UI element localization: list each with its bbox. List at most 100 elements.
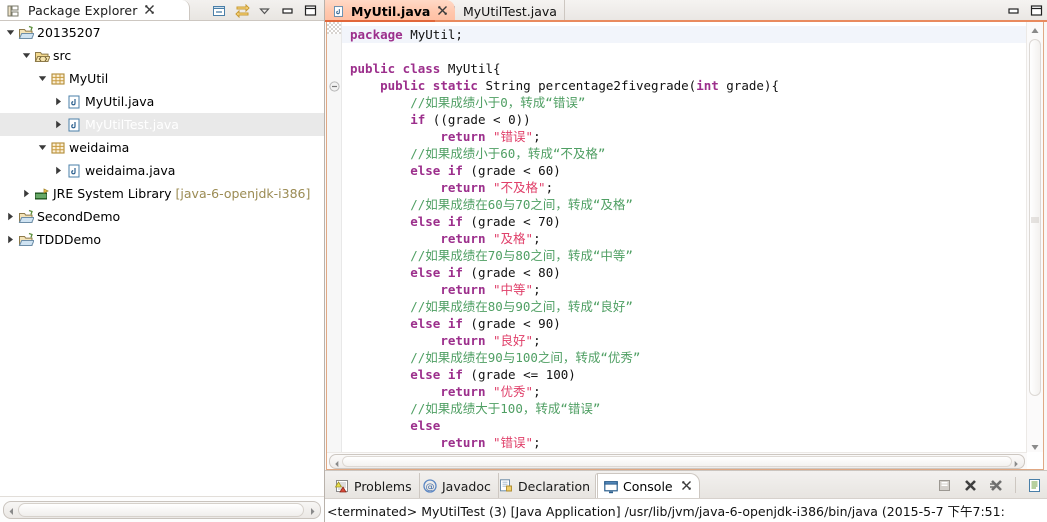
minimize-icon[interactable] <box>281 4 295 18</box>
console-tab-label: Console <box>623 479 673 494</box>
view-menu-icon[interactable] <box>258 4 272 18</box>
collapse-all-icon[interactable] <box>212 4 226 18</box>
code-token: (grade <= 100) <box>462 367 576 382</box>
tree-item-myutiltest-java[interactable]: MyUtilTest.java <box>0 113 324 136</box>
explorer-horizontal-scrollbar[interactable] <box>0 496 324 522</box>
console-view-area: Console Declaration @ Javadoc Problems <… <box>325 470 1047 522</box>
scroll-right-icon[interactable] <box>1012 457 1021 468</box>
code-token: "错误" <box>493 435 534 450</box>
tree-item-label: TDDDemo <box>37 232 102 247</box>
scrollbar-track[interactable] <box>329 454 1025 469</box>
code-token: if <box>410 112 426 127</box>
maximize-icon[interactable] <box>304 4 318 18</box>
editor-window-buttons <box>1007 0 1044 22</box>
code-token: String percentage2fivegrade( <box>477 78 697 93</box>
package-explorer-view: Package Explorer 20135207 src MyUtil MyU… <box>0 0 325 522</box>
twisty-collapsed-icon[interactable] <box>20 182 33 205</box>
tree-item-label: SecondDemo <box>37 209 121 224</box>
code-line: return "错误"; <box>342 128 1026 145</box>
source-folder-icon <box>33 47 50 64</box>
display-selected-console-icon[interactable] <box>1027 478 1042 493</box>
remove-all-terminated-icon[interactable] <box>989 478 1004 493</box>
tree-item-tdddemo[interactable]: TDDDemo <box>0 228 324 251</box>
tree-item-label: MyUtilTest.java <box>85 117 179 132</box>
package-explorer-toolbar <box>212 0 322 21</box>
editor-frame: package MyUtil; public class MyUtil{ pub… <box>326 22 1044 470</box>
jre-library-icon <box>33 185 50 202</box>
scroll-right-icon[interactable] <box>308 505 317 515</box>
java-file-icon <box>65 116 82 133</box>
console-tab-javadoc[interactable]: @ Javadoc <box>415 473 499 499</box>
console-tab-problems[interactable]: Problems <box>327 473 420 499</box>
clear-console-icon[interactable] <box>937 478 952 493</box>
scroll-down-icon[interactable] <box>1030 440 1040 450</box>
code-token: ; <box>533 333 541 348</box>
close-icon[interactable] <box>437 4 448 19</box>
twisty-collapsed-icon[interactable] <box>52 113 65 136</box>
tree-item-weidaima-java[interactable]: weidaima.java <box>0 159 324 182</box>
link-with-editor-icon[interactable] <box>235 3 250 18</box>
editor-tab-myutil-java[interactable]: MyUtil.java <box>325 0 456 22</box>
code-line: return "不及格"; <box>342 179 1026 196</box>
tree-item-seconddemo[interactable]: SecondDemo <box>0 205 324 228</box>
code-line: return "及格"; <box>342 230 1026 247</box>
twisty-collapsed-icon[interactable] <box>4 205 17 228</box>
tree-item-myutil-java[interactable]: MyUtil.java <box>0 90 324 113</box>
twisty-expanded-icon[interactable] <box>20 44 33 67</box>
tab-package-explorer[interactable]: Package Explorer <box>0 0 190 21</box>
tree-item-label: 20135207 <box>37 25 101 40</box>
code-token: ; <box>533 129 541 144</box>
console-tab-console[interactable]: Console <box>595 473 700 499</box>
code-token: else if <box>410 265 463 280</box>
minimize-icon[interactable] <box>1007 4 1021 18</box>
code-token: return <box>440 435 486 450</box>
twisty-collapsed-icon[interactable] <box>52 159 65 182</box>
editor-marker-bar[interactable] <box>327 22 342 469</box>
tree-item-suffix: [java-6-openjdk-i386] <box>175 186 311 201</box>
code-line: else if (grade < 90) <box>342 315 1026 332</box>
scrollbar-thumb[interactable] <box>18 503 304 517</box>
editor-tab-myutiltest-java[interactable]: MyUtilTest.java <box>437 0 565 22</box>
twisty-expanded-icon[interactable] <box>36 136 49 159</box>
console-tabbar: Console Declaration @ Javadoc Problems <box>325 470 1047 499</box>
maximize-icon[interactable] <box>1030 4 1044 18</box>
editor-vertical-scrollbar[interactable] <box>1026 22 1043 452</box>
code-line: //如果成绩在70与80之间，转成“中等” <box>342 247 1026 264</box>
terminate-icon[interactable] <box>963 478 978 493</box>
source-code[interactable]: package MyUtil; public class MyUtil{ pub… <box>342 22 1026 452</box>
tree-item-myutil[interactable]: MyUtil <box>0 67 324 90</box>
scroll-up-icon[interactable] <box>1030 25 1040 34</box>
code-line: else <box>342 417 1026 434</box>
code-token: ; <box>533 435 541 450</box>
console-tab-declaration[interactable]: Declaration <box>491 473 599 499</box>
tree-item-20135207[interactable]: 20135207 <box>0 21 324 44</box>
editor-horizontal-scrollbar[interactable] <box>327 452 1027 469</box>
code-line: return "良好"; <box>342 332 1026 349</box>
scrollbar-track[interactable] <box>3 501 321 519</box>
twisty-collapsed-icon[interactable] <box>52 90 65 113</box>
editor-tab-label: MyUtil.java <box>351 3 431 19</box>
tree-item-jre-system-library[interactable]: JRE System Library [java-6-openjdk-i386] <box>0 182 324 205</box>
console-output[interactable]: <terminated> MyUtilTest (3) [Java Applic… <box>325 498 1047 522</box>
collapse-fold-icon[interactable] <box>329 81 340 92</box>
code-line: if ((grade < 0)) <box>342 111 1026 128</box>
close-icon[interactable] <box>681 479 692 494</box>
tree-item-src[interactable]: src <box>0 44 324 67</box>
scroll-left-icon[interactable] <box>333 457 342 468</box>
project-tree[interactable]: 20135207 src MyUtil MyUtil.java MyUtilTest.j… <box>0 21 324 496</box>
java-file-icon <box>332 4 347 19</box>
twisty-collapsed-icon[interactable] <box>4 228 17 251</box>
twisty-expanded-icon[interactable] <box>36 67 49 90</box>
twisty-expanded-icon[interactable] <box>4 21 17 44</box>
tree-item-weidaima[interactable]: weidaima <box>0 136 324 159</box>
close-icon[interactable] <box>144 4 155 18</box>
scrollbar-thumb[interactable] <box>342 456 1012 467</box>
scroll-left-icon[interactable] <box>7 505 16 515</box>
